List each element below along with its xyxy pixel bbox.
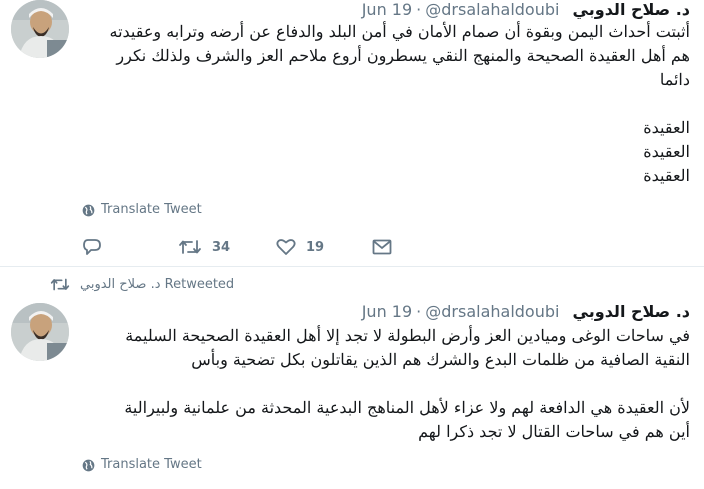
heart-icon xyxy=(276,239,296,255)
translate-label: Translate Tweet xyxy=(101,457,202,472)
tweet-text-line: النقية الصافية من ظلمات البدع والشرك هم … xyxy=(191,350,690,369)
translate-label: Translate Tweet xyxy=(101,202,202,217)
direct-message-button[interactable] xyxy=(372,236,392,258)
like-count: 19 xyxy=(306,239,325,255)
author-handle[interactable]: @drsalahaldoubi xyxy=(425,0,559,20)
tweet-text-line: دائما xyxy=(659,70,690,89)
tweet[interactable]: د. صلاح الدوبي @drsalahaldoubi·Jun 19 أث… xyxy=(0,0,704,267)
retweet-button[interactable]: 34 xyxy=(178,236,230,258)
tweet-actions: 34 19 xyxy=(82,236,412,258)
tweet-header: د. صلاح الدوبي @drsalahaldoubi·Jun 19 xyxy=(80,0,690,20)
tweet-text-line: هم أهل العقيدة الصحيحة والمنهج النقي يسط… xyxy=(116,46,690,65)
avatar[interactable] xyxy=(11,303,69,361)
tweet-text-line: العقيدة xyxy=(643,118,690,137)
retweeted-indicator: د. صلاح الدوبي Retweeted xyxy=(50,277,234,292)
tweet-text-line: العقيدة xyxy=(643,166,690,185)
translate-tweet-link[interactable]: Translate Tweet xyxy=(82,201,202,219)
tweet-text: في ساحات الوغى وميادين العز وأرض البطولة… xyxy=(80,324,690,444)
tweet-text-line: العقيدة xyxy=(643,142,690,161)
tweet-text-line: في ساحات الوغى وميادين العز وأرض البطولة… xyxy=(125,326,690,345)
tweet-text: أثبتت أحداث اليمن وبقوة أن صمام الأمان ف… xyxy=(80,20,691,188)
separator: · xyxy=(416,302,422,321)
like-button[interactable]: 19 xyxy=(276,236,324,258)
tweet-text-line: أين هم في ساحات القتال لا تجد ذكرا لهم xyxy=(418,422,690,441)
avatar[interactable] xyxy=(11,0,69,58)
tweet[interactable]: د. صلاح الدوبي Retweeted د. صلاح الدوبي … xyxy=(0,267,704,489)
globe-icon xyxy=(82,459,95,471)
tweet-text-line: أثبتت أحداث اليمن وبقوة أن صمام الأمان ف… xyxy=(109,22,691,41)
retweet-icon xyxy=(179,240,201,254)
separator: · xyxy=(416,0,422,19)
retweeter-name: د. صلاح الدوبي xyxy=(80,277,161,292)
reply-button[interactable] xyxy=(82,236,112,258)
tweet-text-line: لأن العقيدة هي الدافعة لهم ولا عزاء لأهل… xyxy=(124,398,690,417)
retweeted-label: Retweeted xyxy=(164,277,235,292)
translate-tweet-link[interactable]: Translate Tweet xyxy=(82,456,202,474)
tweet-header: د. صلاح الدوبي @drsalahaldoubi·Jun 19 xyxy=(80,302,690,322)
globe-icon xyxy=(82,204,95,216)
tweet-date[interactable]: Jun 19 xyxy=(362,0,412,20)
tweet-date[interactable]: Jun 19 xyxy=(362,302,412,322)
retweet-icon xyxy=(50,278,70,291)
author-name[interactable]: د. صلاح الدوبي xyxy=(573,302,690,321)
reply-icon xyxy=(83,239,101,255)
retweeted-text[interactable]: د. صلاح الدوبي Retweeted xyxy=(80,277,234,292)
envelope-icon xyxy=(372,239,392,255)
author-handle[interactable]: @drsalahaldoubi xyxy=(425,302,559,322)
author-name[interactable]: د. صلاح الدوبي xyxy=(573,0,690,19)
retweet-count: 34 xyxy=(212,239,231,255)
